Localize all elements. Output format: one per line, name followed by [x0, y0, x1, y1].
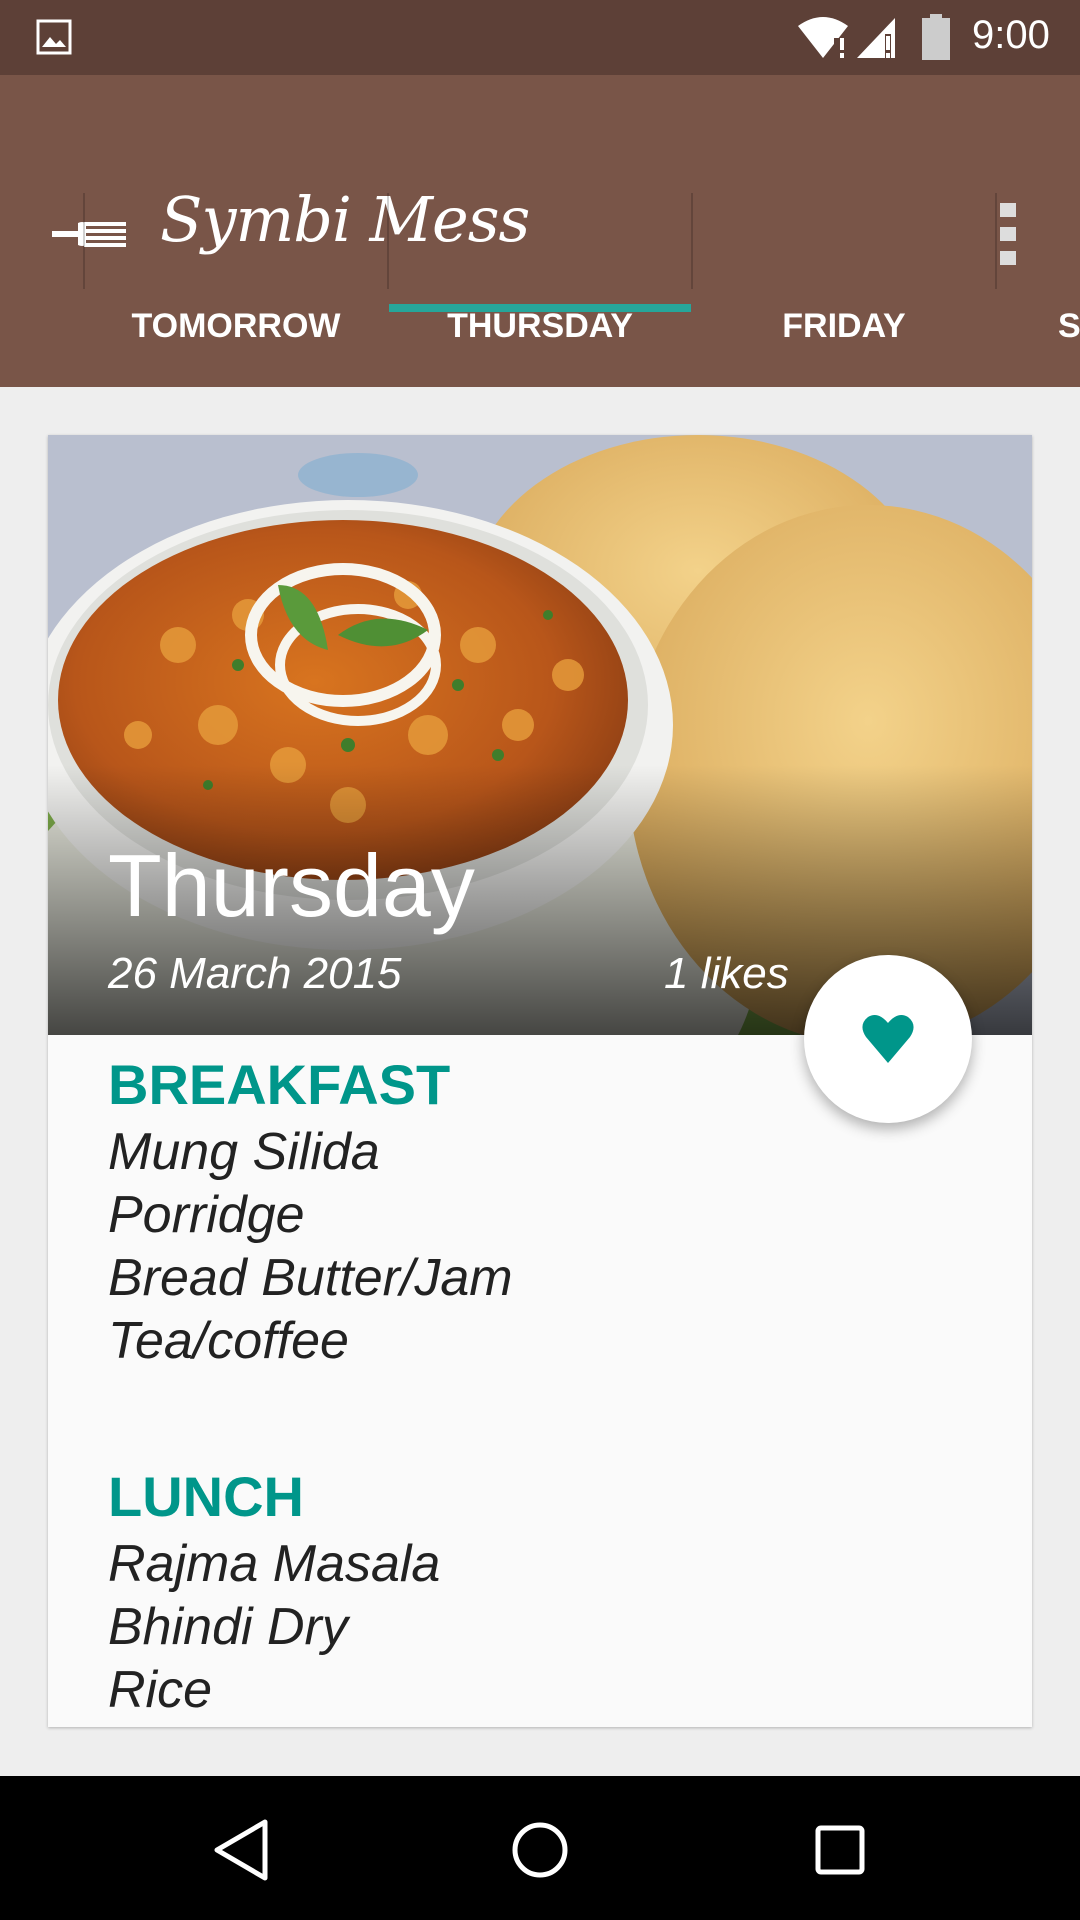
navigation-bar — [0, 1776, 1080, 1920]
app-bar: Symbi Mess TOMORROW THURSDAY FRIDAY S — [0, 75, 1080, 387]
hero-image: Thursday 26 March 2015 1 likes — [48, 435, 1032, 1035]
menu-item: Bread Butter/Jam — [108, 1249, 513, 1307]
tab-thursday[interactable]: THURSDAY — [388, 265, 692, 387]
status-time: 9:00 — [972, 13, 1050, 57]
menu-item: Bhindi Dry — [108, 1598, 348, 1656]
like-button[interactable] — [804, 955, 972, 1123]
section-title-breakfast: BREAKFAST — [108, 1053, 451, 1116]
tab-friday[interactable]: FRIDAY — [692, 265, 996, 387]
signal-icon — [857, 18, 895, 58]
image-notification-icon — [36, 19, 72, 55]
menu-item: Rice — [108, 1661, 213, 1719]
tab-next[interactable]: S — [996, 265, 1080, 387]
back-icon[interactable] — [203, 1812, 279, 1888]
section-title-lunch: LUNCH — [108, 1465, 304, 1528]
menu-item: Tea/coffee — [108, 1312, 349, 1370]
menu-item: Rajma Masala — [108, 1535, 441, 1593]
tab-divider — [83, 193, 85, 289]
day-tabs: TOMORROW THURSDAY FRIDAY S — [0, 265, 1080, 387]
status-bar: 9:00 — [0, 0, 1080, 75]
menu-list: BREAKFAST Mung Silida Porridge Bread But… — [108, 1049, 513, 1722]
recents-icon[interactable] — [802, 1812, 878, 1888]
battery-icon — [922, 14, 950, 60]
tab-divider — [387, 193, 389, 289]
tab-divider — [691, 193, 693, 289]
home-icon[interactable] — [502, 1812, 578, 1888]
heart-icon — [862, 1015, 914, 1063]
food-photo — [48, 435, 1032, 1035]
app-title: Symbi Mess — [160, 183, 530, 256]
tab-tomorrow[interactable]: TOMORROW — [84, 265, 388, 387]
likes-count: 1 likes — [664, 949, 789, 998]
tab-selected-indicator — [389, 304, 691, 312]
wifi-icon — [798, 17, 848, 58]
menu-item: Mung Silida — [108, 1123, 380, 1181]
fork-icon[interactable] — [52, 217, 126, 251]
menu-item: Porridge — [108, 1186, 305, 1244]
menu-date: 26 March 2015 — [108, 949, 402, 998]
day-title: Thursday — [108, 836, 475, 935]
overflow-menu-icon[interactable] — [998, 201, 1020, 267]
tab-divider — [995, 193, 997, 289]
